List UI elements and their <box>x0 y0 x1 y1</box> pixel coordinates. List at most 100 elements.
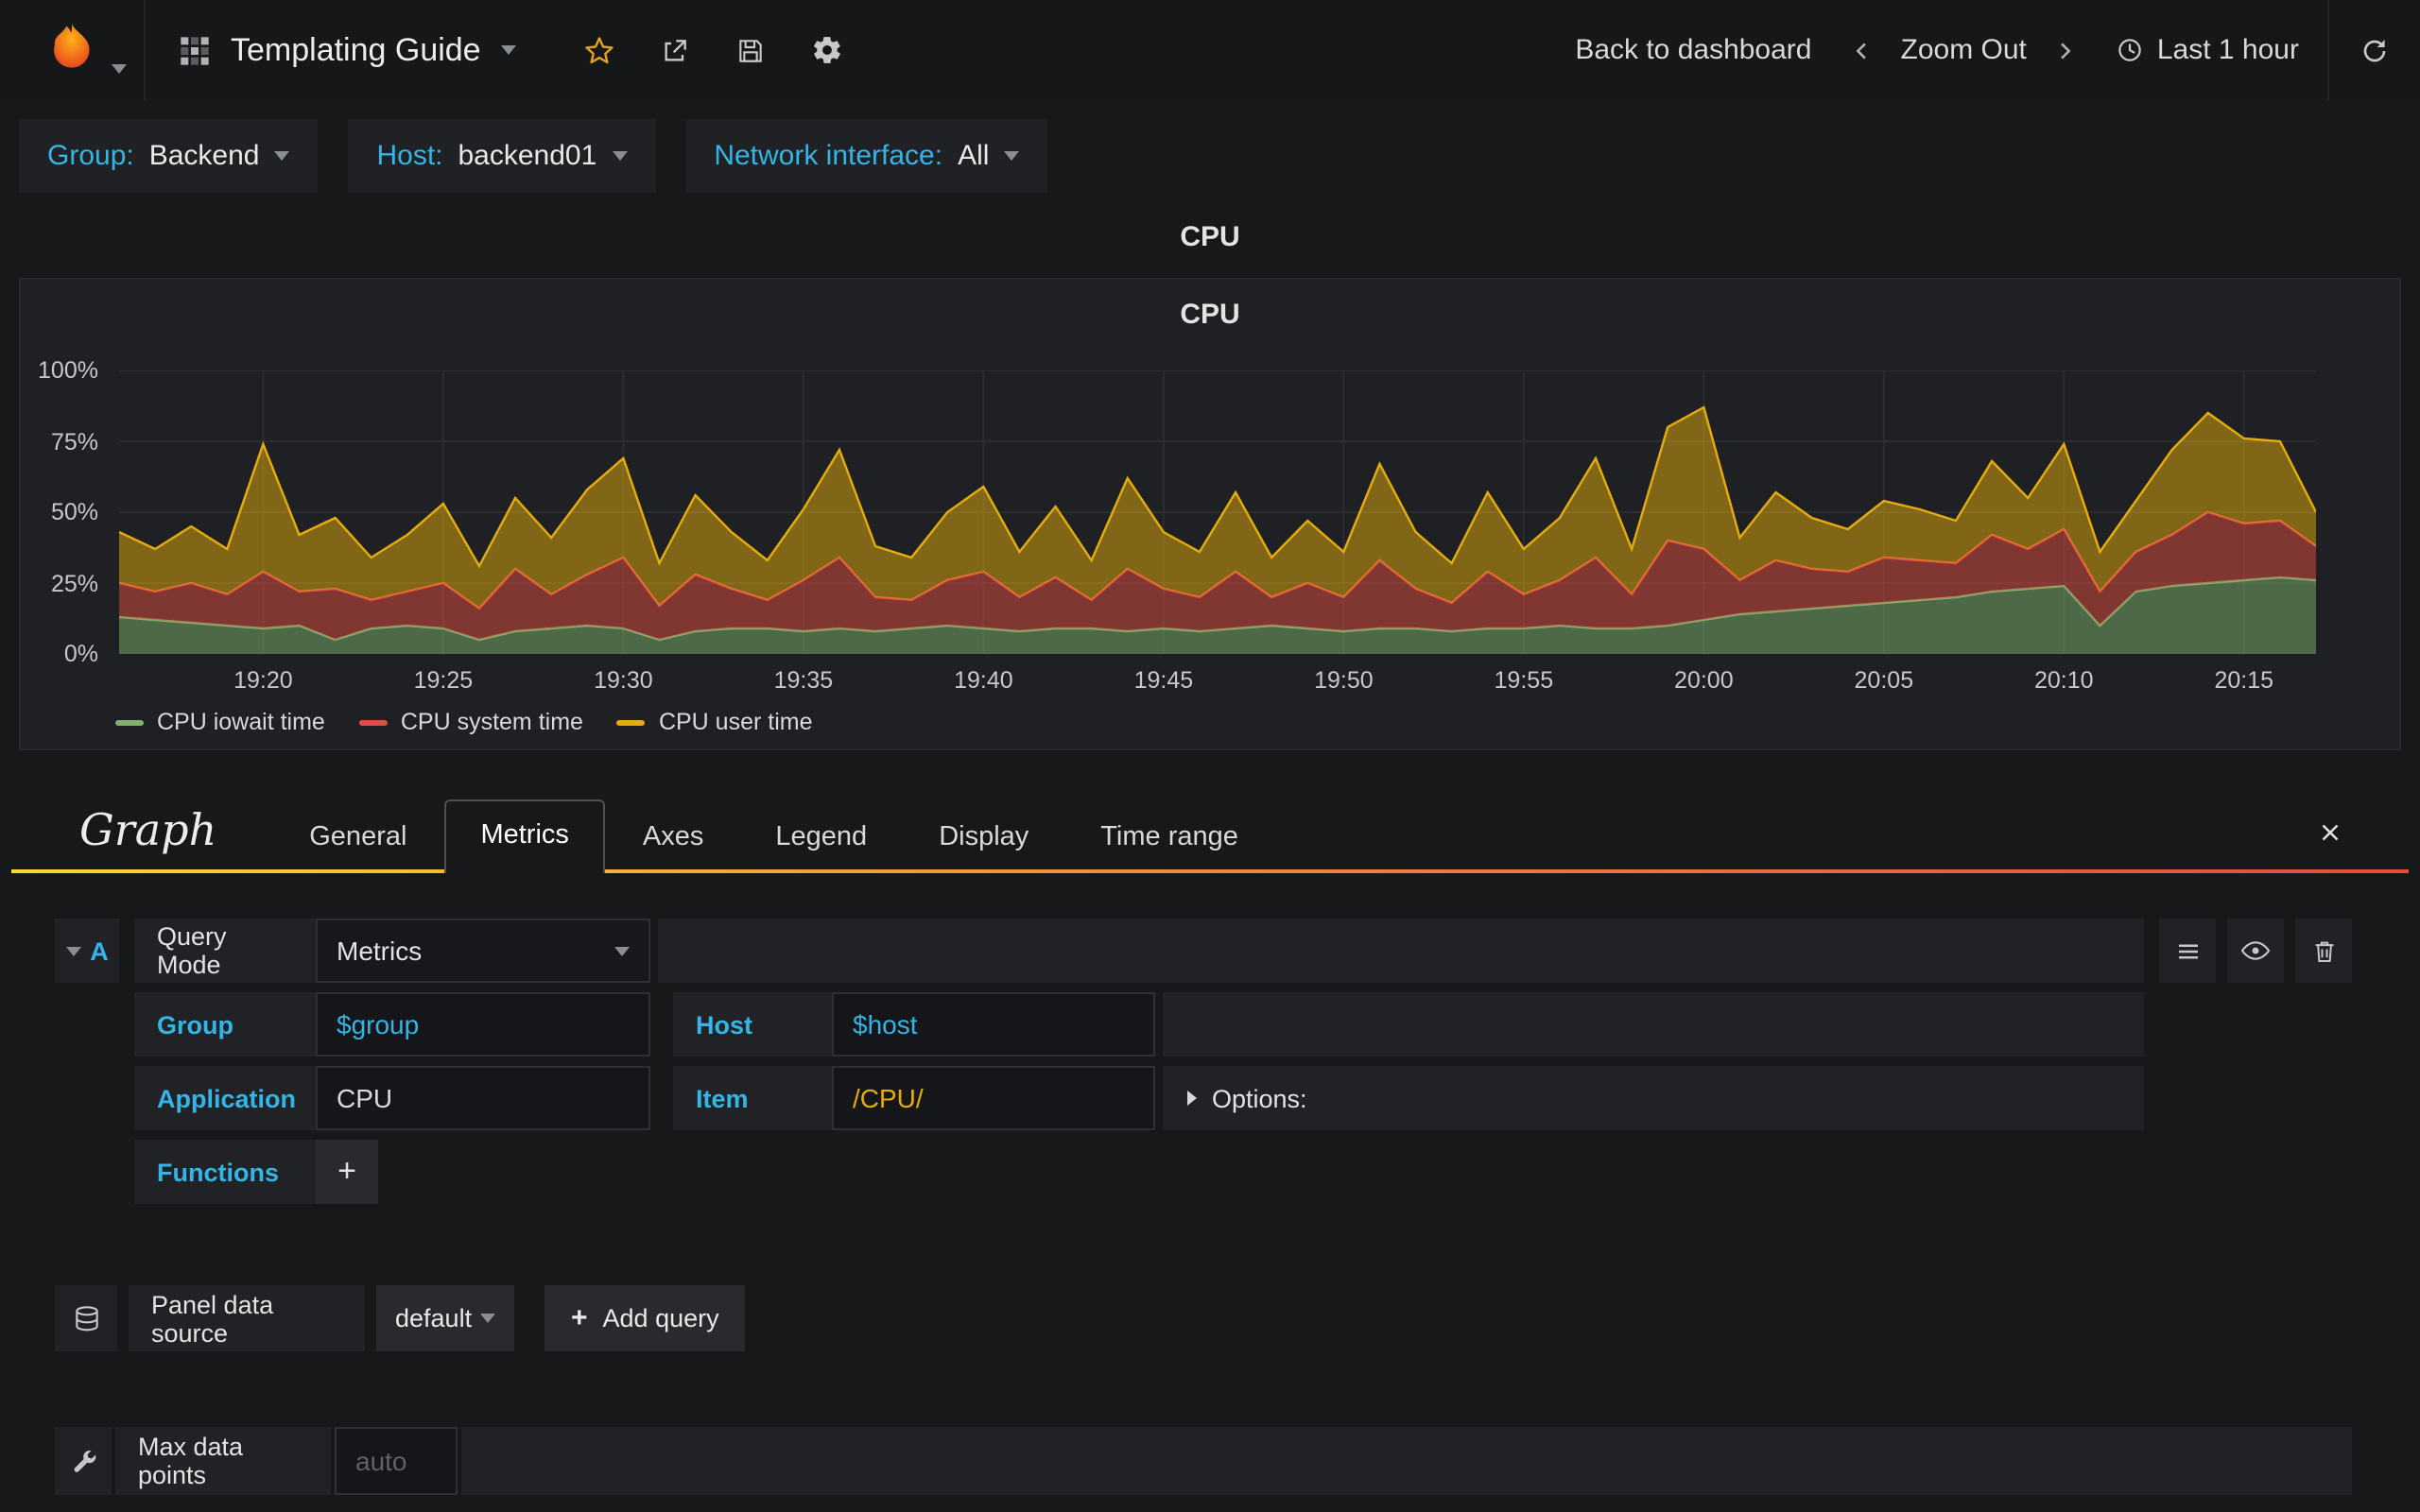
x-tick-label: 20:05 <box>1854 667 1914 694</box>
query-mode-select[interactable]: Metrics <box>316 919 650 983</box>
add-function-button[interactable]: + <box>316 1140 378 1204</box>
variable-label: Group: <box>47 140 134 172</box>
group-label: Group <box>134 992 316 1057</box>
tab-general[interactable]: General <box>275 805 441 869</box>
application-label: Application <box>134 1066 316 1130</box>
legend-color-dash <box>358 719 388 725</box>
x-tick-label: 19:25 <box>413 667 474 694</box>
panel-type-label: Graph <box>79 807 217 856</box>
host-label: Host <box>673 992 832 1057</box>
query-letter: A <box>90 936 109 965</box>
variable-value: All <box>958 140 990 172</box>
variable-dropdown-networkinterface[interactable]: Network interface: All <box>685 119 1048 193</box>
trash-icon[interactable] <box>2295 919 2352 983</box>
tab-legend[interactable]: Legend <box>741 805 901 869</box>
x-tick-label: 19:40 <box>954 667 1013 694</box>
legend-color-dash <box>616 719 646 725</box>
y-tick-label: 0% <box>63 641 98 667</box>
grafana-app: Templating Guide Back to dashboard Zoom … <box>0 0 2420 1512</box>
close-icon[interactable] <box>2316 818 2344 852</box>
functions-label: Functions <box>134 1140 316 1204</box>
x-tick-label: 19:45 <box>1133 667 1194 694</box>
options-caret-icon <box>1187 1091 1197 1106</box>
legend-color-dash <box>115 719 144 725</box>
variable-value: backend01 <box>458 140 597 172</box>
x-tick-label: 20:00 <box>1674 667 1734 694</box>
legend-item[interactable]: CPU iowait time <box>115 709 325 735</box>
menu-icon[interactable] <box>2159 919 2216 983</box>
host-input[interactable] <box>832 992 1155 1057</box>
row-filler <box>461 1427 2352 1495</box>
row-filler <box>658 919 2144 983</box>
options-toggle[interactable]: Options: <box>1163 1066 2144 1130</box>
collapse-caret-icon <box>65 946 81 955</box>
tab-time-range[interactable]: Time range <box>1066 805 1272 869</box>
variable-dropdown-host[interactable]: Host: backend01 <box>348 119 656 193</box>
variable-label: Host: <box>376 140 443 172</box>
share-icon[interactable] <box>638 0 714 100</box>
legend-label: CPU iowait time <box>157 709 325 735</box>
caret-down-icon <box>480 1314 495 1323</box>
back-to-dashboard-button[interactable]: Back to dashboard <box>1547 0 1840 100</box>
wrench-icon <box>55 1427 112 1495</box>
panel-title[interactable]: CPU <box>0 221 2420 253</box>
query-row-functions: Functions + <box>134 1140 2144 1204</box>
panel-datasource-label: Panel data source <box>129 1285 365 1351</box>
save-icon[interactable] <box>714 0 789 100</box>
x-axis-labels: 19:20 19:25 19:30 19:35 19:40 19:45 19:50 19:55… <box>119 654 2316 694</box>
tab-metrics[interactable]: Metrics <box>444 799 605 873</box>
plus-icon: + <box>571 1302 588 1334</box>
refresh-icon[interactable] <box>2329 0 2420 100</box>
group-input[interactable] <box>316 992 650 1057</box>
chevron-left-icon[interactable] <box>1841 0 1886 100</box>
y-tick-label: 25% <box>50 570 98 596</box>
legend-label: CPU user time <box>658 709 813 735</box>
dashboard-grid-icon <box>181 36 209 64</box>
y-tick-label: 75% <box>50 428 98 455</box>
query-row-group-host: Group Host <box>134 992 2144 1057</box>
datasource-select[interactable]: default <box>376 1285 514 1351</box>
database-icon <box>55 1285 117 1351</box>
panel-datasource-row: Panel data source default + Add query <box>55 1285 2352 1351</box>
legend-item[interactable]: CPU user time <box>616 709 813 735</box>
metrics-tab-content: A Query Mode Metrics Group $group Host $… <box>0 873 2420 1204</box>
x-tick-label: 19:20 <box>233 667 293 694</box>
query-mode-label: Query Mode <box>134 919 316 983</box>
variable-value: Backend <box>148 140 260 172</box>
panel-editor-header: Graph General Metrics Axes Legend Display Tim… <box>0 799 2420 873</box>
item-input[interactable] <box>832 1066 1155 1130</box>
variable-dropdown-group[interactable]: Group: Backend <box>19 119 319 193</box>
tab-axes[interactable]: Axes <box>609 805 738 869</box>
top-navbar: Templating Guide Back to dashboard Zoom … <box>0 0 2420 100</box>
legend-item[interactable]: CPU system time <box>358 709 583 735</box>
chart-legend: CPU iowait time CPU system time CPU user t… <box>115 709 813 735</box>
dashboard-title: Templating Guide <box>231 31 481 67</box>
dashboard-picker[interactable]: Templating Guide <box>146 0 562 100</box>
template-variable-row: Group: Backend Host: backend01 Network inter… <box>0 100 2420 193</box>
caret-down-icon <box>112 64 127 74</box>
settings-gear-icon[interactable] <box>789 0 865 100</box>
caret-down-icon <box>612 151 628 161</box>
legend-label: CPU system time <box>400 709 583 735</box>
grafana-logo[interactable] <box>0 0 146 100</box>
x-tick-label: 19:50 <box>1314 667 1374 694</box>
editor-tabs: General Metrics Axes Legend Display Time rang… <box>275 799 1272 873</box>
add-query-button[interactable]: + Add query <box>544 1285 746 1351</box>
chevron-right-icon[interactable] <box>2042 0 2087 100</box>
max-data-points-input[interactable] <box>335 1427 458 1495</box>
tab-display[interactable]: Display <box>905 805 1063 869</box>
zoom-out-button[interactable]: Zoom Out <box>1886 0 2042 100</box>
application-input[interactable] <box>316 1066 650 1130</box>
navbar-right: Back to dashboard Zoom Out Last 1 hour <box>1547 0 2420 100</box>
eye-icon[interactable] <box>2227 919 2284 983</box>
time-range-picker[interactable]: Last 1 hour <box>2087 0 2327 100</box>
caret-down-icon <box>614 946 630 955</box>
row-filler <box>1163 992 2144 1057</box>
x-tick-label: 19:30 <box>594 667 653 694</box>
x-tick-label: 20:15 <box>2214 667 2274 694</box>
variable-label: Network interface: <box>714 140 943 172</box>
item-label: Item <box>673 1066 832 1130</box>
star-icon[interactable] <box>562 0 638 100</box>
query-collapse-toggle[interactable]: A <box>55 919 119 983</box>
chart-plot-area[interactable]: 19:20 19:25 19:30 19:35 19:40 19:45 19:50 19:55… <box>119 370 2316 694</box>
